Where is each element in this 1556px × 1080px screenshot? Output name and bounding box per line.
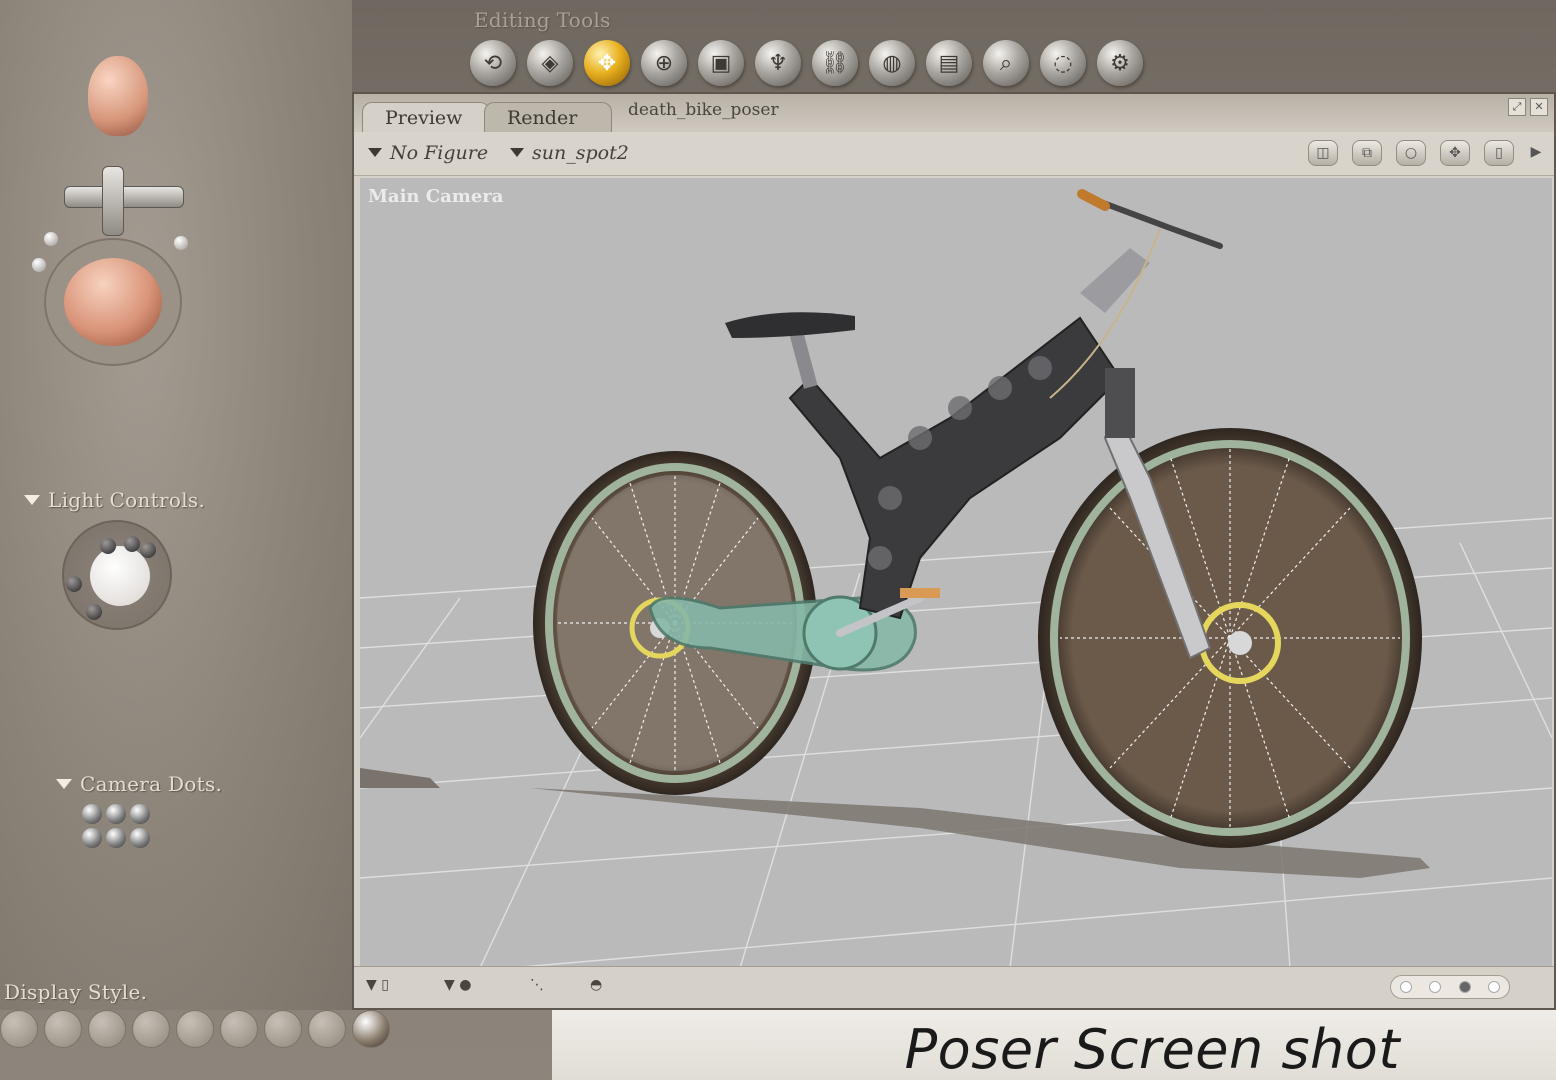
camera-dot[interactable] [130, 804, 150, 824]
front-wheel [1038, 428, 1422, 848]
light-dot-icon[interactable] [140, 542, 156, 558]
play-arrow-icon[interactable]: ▶ [1528, 140, 1544, 166]
pager-dot[interactable] [1399, 981, 1412, 993]
document-window: Preview Render death_bike_poser ⤢ ✕ No F… [352, 92, 1556, 1010]
grouping-tool-icon[interactable]: ▤ [926, 40, 972, 86]
camera-dots-grid [82, 804, 150, 848]
camera-dot[interactable] [106, 804, 126, 824]
morphing-tool-icon[interactable]: ◌ [1040, 40, 1086, 86]
bottom-ground-icon[interactable]: ◓ [590, 977, 602, 993]
viewport-menubar: No Figure sun_spot2 ◫ ⧉ ○ ✥ ▯ ▶ [354, 132, 1554, 176]
scale-view-icon[interactable]: ▯ [1484, 140, 1514, 166]
frame-pager[interactable] [1390, 975, 1510, 999]
display-style-ball[interactable] [132, 1010, 170, 1048]
display-style-balls [0, 1010, 390, 1048]
display-style-ball[interactable] [264, 1010, 302, 1048]
light-dot-icon[interactable] [100, 538, 116, 554]
multi-view-icon[interactable]: ⧉ [1352, 140, 1382, 166]
rotate-tool-icon[interactable]: ⟲ [470, 40, 516, 86]
resize-window-icon[interactable]: ⤢ [1508, 98, 1526, 116]
light-dot-icon[interactable] [124, 536, 140, 552]
editing-tools-bar: ⟲ ◈ ✥ ⊕ ▣ ♆ ⛓ ◍ ▤ ⌕ ◌ ⚙ [470, 40, 1143, 86]
caption-area: Poser Screen shot [552, 1010, 1556, 1080]
camera-dots-title[interactable]: Camera Dots. [56, 772, 222, 796]
display-style-ball[interactable] [308, 1010, 346, 1048]
display-style-ball-active[interactable] [352, 1010, 390, 1048]
display-style-ball[interactable] [220, 1010, 258, 1048]
camera-view-icon[interactable]: ◫ [1308, 140, 1338, 166]
light-controls-title[interactable]: Light Controls. [24, 488, 205, 512]
light-dot-icon[interactable] [44, 232, 58, 246]
twist-tool-icon[interactable]: ◈ [527, 40, 573, 86]
bottom-shading-icon[interactable]: ▼ ● [444, 977, 471, 993]
pager-dot[interactable] [1488, 981, 1501, 993]
document-name: death_bike_poser [628, 100, 779, 120]
camera-head-icon[interactable] [88, 56, 148, 136]
shock-absorber [1105, 368, 1135, 438]
camera-move-cross-icon[interactable] [64, 186, 184, 208]
figure-dropdown[interactable]: No Figure [368, 142, 488, 164]
camera-move-vertical-icon[interactable] [102, 166, 124, 236]
editing-tools-title: Editing Tools [474, 8, 611, 32]
pager-dot-active[interactable] [1458, 981, 1471, 993]
window-buttons: ⤢ ✕ [1508, 98, 1548, 116]
taper-tool-icon[interactable]: ♆ [755, 40, 801, 86]
viewport-bottom-bar: ▼ ▯ ▼ ● ⋱ ◓ [354, 966, 1554, 1008]
bottom-nodes-icon[interactable]: ⋱ [530, 977, 544, 993]
light-dot-icon[interactable] [66, 576, 82, 592]
scale-tool-icon[interactable]: ▣ [698, 40, 744, 86]
bottom-dropdown-icon[interactable]: ▼ ▯ [366, 977, 389, 993]
close-window-icon[interactable]: ✕ [1530, 98, 1548, 116]
camera-dot[interactable] [130, 828, 150, 848]
display-style-ball[interactable] [176, 1010, 214, 1048]
display-style-ball[interactable] [88, 1010, 126, 1048]
viewport-view-icons: ◫ ⧉ ○ ✥ ▯ ▶ [1308, 140, 1544, 166]
camera-dot[interactable] [82, 804, 102, 824]
light-dot-icon[interactable] [32, 258, 46, 272]
color-tool-icon[interactable]: ◍ [869, 40, 915, 86]
direct-manipulation-tool-icon[interactable]: ⚙ [1097, 40, 1143, 86]
translate-in-out-tool-icon[interactable]: ⊕ [641, 40, 687, 86]
light-dot-icon[interactable] [86, 604, 102, 620]
camera-label: Main Camera [368, 186, 504, 207]
translate-tool-icon[interactable]: ✥ [584, 40, 630, 86]
tab-preview[interactable]: Preview [362, 102, 490, 132]
pager-dot[interactable] [1429, 981, 1442, 993]
scene-render [360, 178, 1552, 968]
camera-dot[interactable] [106, 828, 126, 848]
tab-bar: Preview Render death_bike_poser ⤢ ✕ [354, 94, 1554, 132]
sphere-view-icon[interactable]: ○ [1396, 140, 1426, 166]
move-view-icon[interactable]: ✥ [1440, 140, 1470, 166]
display-style-ball[interactable] [0, 1010, 38, 1048]
chain-break-tool-icon[interactable]: ⛓ [812, 40, 858, 86]
display-style-ball[interactable] [44, 1010, 82, 1048]
light-dot-icon[interactable] [174, 236, 188, 250]
display-style-title: Display Style. [4, 980, 148, 1004]
tab-render[interactable]: Render [484, 102, 612, 132]
left-control-panel: Light Controls. Camera Dots. Display Sty… [0, 0, 352, 1010]
view-magnifier-tool-icon[interactable]: ⌕ [983, 40, 1029, 86]
camera-trackball[interactable] [64, 258, 162, 346]
3d-viewport[interactable]: Main Camera [360, 178, 1552, 968]
camera-dot[interactable] [82, 828, 102, 848]
caption-text: Poser Screen shot [904, 1018, 1400, 1080]
light-dropdown[interactable]: sun_spot2 [510, 142, 629, 164]
